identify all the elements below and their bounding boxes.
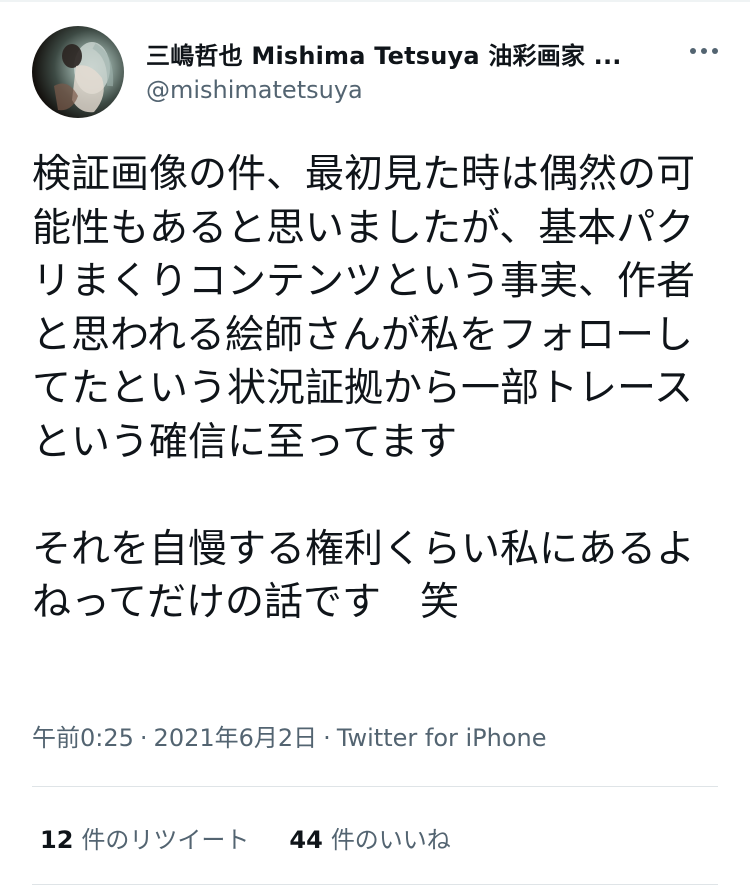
user-handle[interactable]: @mishimatetsuya <box>146 76 363 104</box>
tweet-text: 検証画像の件、最初見た時は偶然の可能性もあると思いましたが、基本パクリまくりコン… <box>32 152 696 625</box>
tweet-detail: 三嶋哲也 Mishima Tetsuya 油彩画家 ... @mishimate… <box>0 0 750 889</box>
likes-count: 44 <box>289 826 323 854</box>
retweets-count: 12 <box>40 826 74 854</box>
meta-separator: · <box>323 724 331 752</box>
likes-label: 件のいいね <box>330 826 451 854</box>
more-horizontal-icon <box>690 48 718 54</box>
tweet-source[interactable]: Twitter for iPhone <box>337 724 547 752</box>
tweet-date[interactable]: 2021年6月2日 <box>154 724 318 752</box>
top-divider <box>0 0 750 2</box>
tweet-stats: 12 件のリツイート 44 件のいいね <box>40 820 451 855</box>
display-name[interactable]: 三嶋哲也 Mishima Tetsuya 油彩画家 ... <box>146 36 646 71</box>
more-button[interactable] <box>682 34 726 68</box>
divider <box>32 786 718 787</box>
portrait-avatar-icon <box>54 42 114 113</box>
divider <box>32 884 718 885</box>
avatar[interactable] <box>32 26 124 118</box>
retweets-label: 件のリツイート <box>81 826 250 854</box>
meta-separator: · <box>139 724 148 752</box>
tweet-time[interactable]: 午前0:25 <box>32 724 134 752</box>
likes-stat[interactable]: 44 件のいいね <box>289 820 450 855</box>
retweets-stat[interactable]: 12 件のリツイート <box>40 820 249 855</box>
tweet-meta: 午前0:25 · 2021年6月2日 · Twitter for iPhone <box>32 718 547 753</box>
